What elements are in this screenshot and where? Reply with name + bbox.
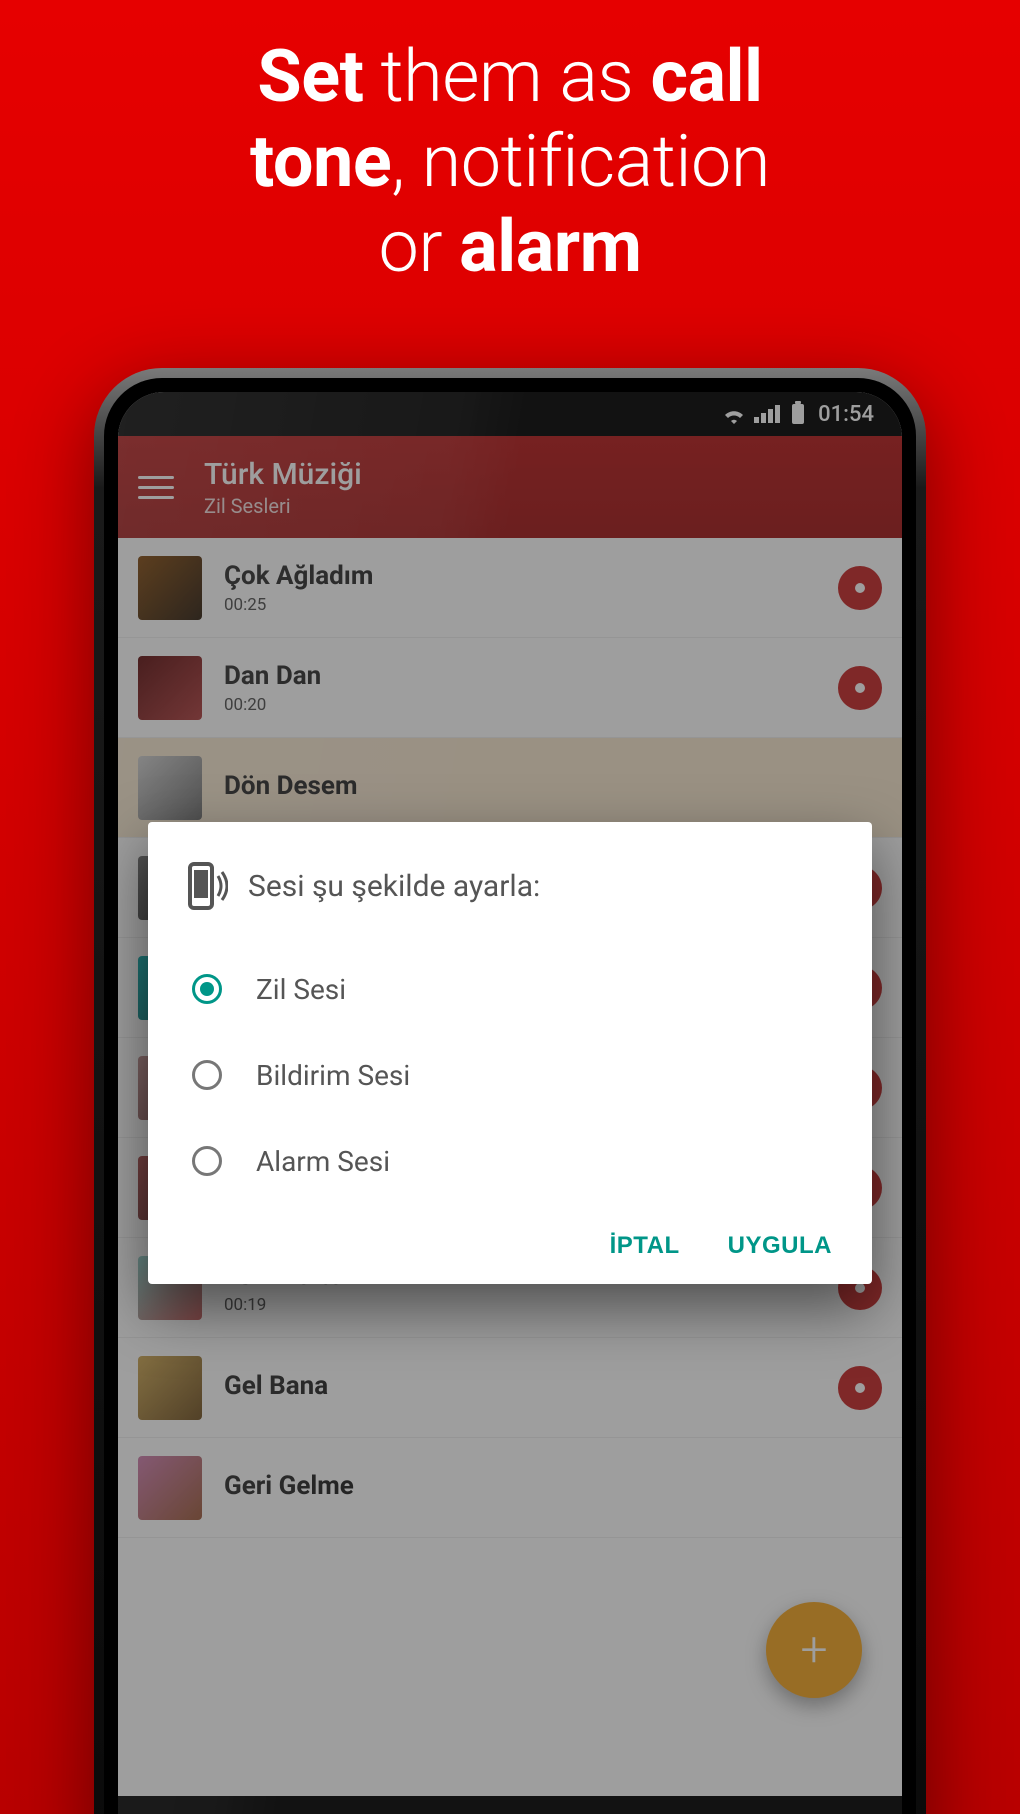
apply-button[interactable]: UYGULA (728, 1232, 832, 1260)
headline-word-call: call (650, 34, 762, 119)
dialog-title: Sesi şu şekilde ayarla: (248, 869, 540, 904)
headline-word-tone: tone (250, 119, 391, 204)
radio-label: Alarm Sesi (256, 1145, 390, 1178)
phone-ring-icon (188, 862, 228, 910)
set-sound-dialog: Sesi şu şekilde ayarla: Zil Sesi Bildiri… (148, 822, 872, 1284)
phone-inner: 01:54 Türk Müziği Zil Sesleri (104, 378, 916, 1814)
headline-word-alarm: alarm (459, 204, 641, 289)
dialog-header: Sesi şu şekilde ayarla: (188, 862, 832, 910)
phone-frame: 01:54 Türk Müziği Zil Sesleri (94, 368, 926, 1814)
phone-mock: 01:54 Türk Müziği Zil Sesleri (94, 368, 926, 1814)
radio-option-notification[interactable]: Bildirim Sesi (188, 1032, 832, 1118)
radio-icon (192, 1060, 222, 1090)
headline-word-set: Set (257, 34, 363, 119)
radio-label: Zil Sesi (256, 973, 346, 1006)
radio-option-alarm[interactable]: Alarm Sesi (188, 1118, 832, 1204)
radio-icon (192, 1146, 222, 1176)
radio-label: Bildirim Sesi (256, 1059, 410, 1092)
radio-icon (192, 974, 222, 1004)
dialog-actions: İPTAL UYGULA (188, 1232, 832, 1260)
promo-background: Set them as call tone, notification or a… (0, 0, 1020, 1814)
radio-option-ringtone[interactable]: Zil Sesi (188, 946, 832, 1032)
promo-headline: Set them as call tone, notification or a… (210, 0, 810, 290)
phone-screen: 01:54 Türk Müziği Zil Sesleri (118, 392, 902, 1814)
cancel-button[interactable]: İPTAL (610, 1232, 680, 1260)
